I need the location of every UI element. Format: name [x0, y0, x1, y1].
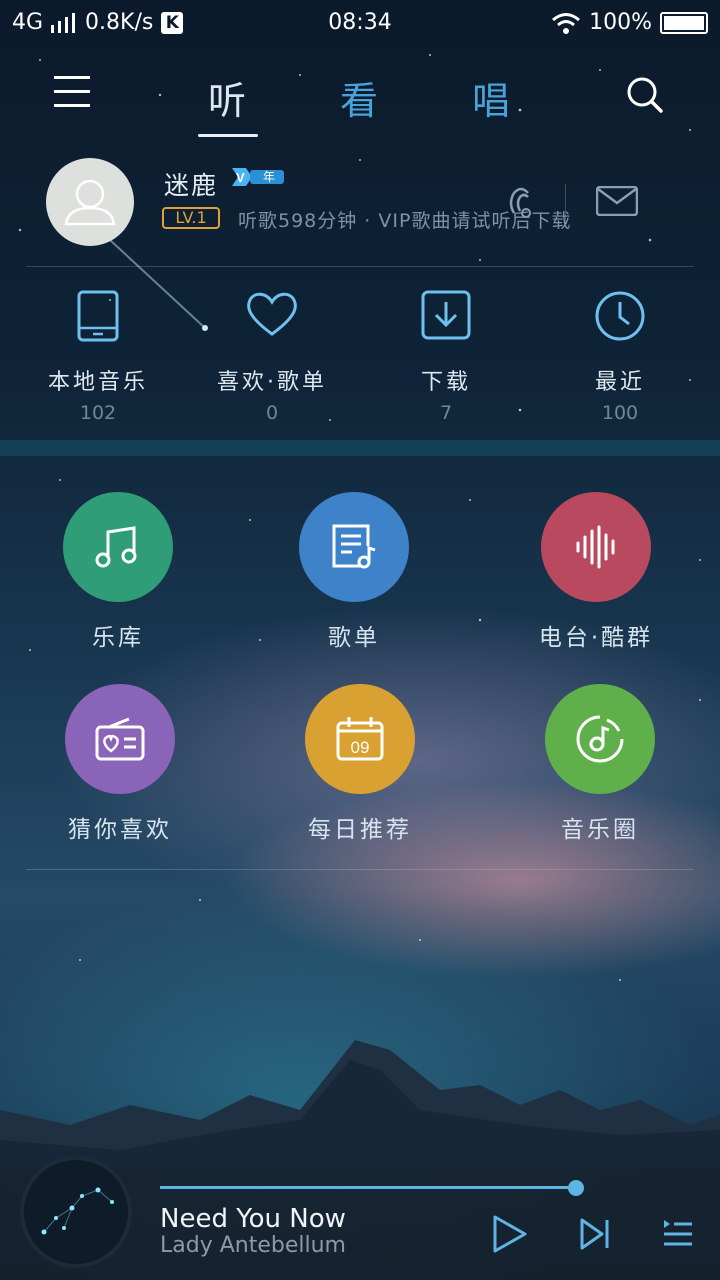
artist-name: Lady Antebellum	[160, 1233, 346, 1258]
quick-count: 7	[439, 402, 453, 424]
quick-favorites[interactable]: 喜欢·歌单 0	[202, 290, 342, 424]
quick-label: 喜欢·歌单	[217, 370, 327, 395]
music-circle-icon	[576, 715, 624, 763]
profile-divider	[565, 184, 566, 224]
play-icon[interactable]	[492, 1214, 528, 1254]
quick-count: 100	[601, 402, 639, 424]
tablet-icon	[77, 290, 119, 342]
grid-label: 乐库	[92, 625, 144, 651]
grid-label: 每日推荐	[308, 817, 412, 843]
quick-local-music[interactable]: 本地音乐 102	[28, 290, 168, 424]
tab-watch[interactable]: 看	[340, 70, 378, 125]
calendar-icon: 09	[336, 717, 384, 761]
battery-icon	[660, 11, 708, 34]
level-badge: LV.1	[162, 207, 220, 229]
grid-radio[interactable]: 电台·酷群	[506, 492, 686, 652]
calendar-day: 09	[351, 738, 370, 757]
quick-count: 0	[265, 402, 279, 424]
quick-label: 本地音乐	[47, 370, 148, 395]
heart-icon	[247, 292, 297, 336]
menu-icon[interactable]	[54, 76, 90, 108]
user-silhouette-icon	[64, 179, 116, 226]
constellation-icon	[41, 1187, 114, 1235]
grid-label: 电台·酷群	[538, 625, 654, 651]
clock-icon	[595, 291, 645, 341]
progress-bar[interactable]	[160, 1186, 576, 1189]
music-note-icon	[95, 526, 137, 568]
grid-label: 猜你喜欢	[68, 817, 172, 843]
vip-badge-icon[interactable]: V 年	[230, 166, 286, 188]
quick-label: 最近	[594, 370, 645, 395]
next-track-icon[interactable]	[580, 1218, 610, 1250]
username[interactable]: 迷鹿	[164, 166, 218, 202]
divider-line	[26, 266, 694, 267]
guess-you-like-button[interactable]	[65, 684, 175, 794]
tab-sing[interactable]: 唱	[472, 70, 510, 125]
music-circle-button[interactable]	[545, 684, 655, 794]
song-title: Need You Now	[160, 1204, 346, 1234]
progress-knob[interactable]	[568, 1180, 584, 1196]
playlists-button[interactable]	[299, 492, 409, 602]
grid-daily-picks[interactable]: 09 每日推荐	[270, 684, 450, 844]
tab-listen[interactable]: 听	[208, 70, 246, 125]
active-tab-indicator	[198, 134, 258, 137]
quick-count: 102	[79, 402, 117, 424]
grid-label: 音乐圈	[561, 817, 639, 843]
album-art[interactable]	[20, 1156, 132, 1268]
grid-music-circle[interactable]: 音乐圈	[510, 684, 690, 844]
grid-guess-you-like[interactable]: 猜你喜欢	[30, 684, 210, 844]
mail-icon[interactable]	[596, 186, 638, 216]
quick-label: 下载	[420, 370, 471, 395]
download-icon	[421, 290, 471, 340]
top-navigation: 听 看 唱	[0, 60, 720, 140]
quick-recent[interactable]: 最近 100	[550, 290, 690, 424]
library-button[interactable]	[63, 492, 173, 602]
vip-badge-year: 年	[263, 170, 275, 184]
avatar[interactable]	[46, 158, 134, 246]
daily-picks-button[interactable]: 09	[305, 684, 415, 794]
status-bar: 4G 0.8K/s K 08:34 100%	[0, 0, 720, 46]
search-icon[interactable]	[626, 76, 664, 114]
playlist-queue-icon[interactable]	[662, 1218, 694, 1250]
soundwave-icon	[576, 525, 615, 569]
grid-label: 歌单	[328, 625, 380, 651]
radio-groups-button[interactable]	[541, 492, 651, 602]
vip-badge-letter: V	[236, 170, 245, 185]
grid-playlists[interactable]: 歌单	[264, 492, 444, 652]
battery-percent: 100%	[589, 10, 652, 35]
playlist-icon	[332, 524, 376, 569]
section-band	[0, 440, 720, 456]
radio-icon	[95, 717, 145, 761]
divider-line	[26, 869, 694, 870]
grid-library[interactable]: 乐库	[28, 492, 208, 652]
recognize-music-icon[interactable]	[504, 183, 538, 223]
quick-downloads[interactable]: 下载 7	[376, 290, 516, 424]
wifi-icon	[552, 12, 581, 34]
